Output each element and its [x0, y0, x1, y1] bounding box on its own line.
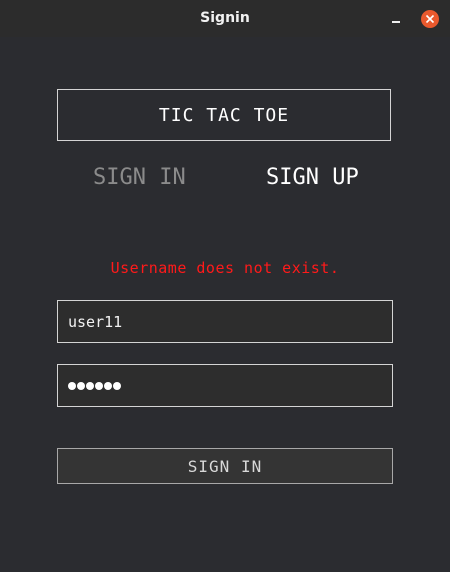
password-mask	[68, 377, 121, 395]
minimize-button[interactable]	[388, 10, 404, 26]
title-bar: Signin	[0, 0, 450, 37]
password-dot	[86, 382, 94, 390]
close-button[interactable]	[421, 10, 439, 28]
tab-sign-up[interactable]: SIGN UP	[266, 163, 359, 193]
close-icon	[425, 14, 435, 24]
window-title: Signin	[200, 10, 250, 26]
password-dot	[104, 382, 112, 390]
tab-sign-in[interactable]: SIGN IN	[93, 163, 186, 193]
password-dot	[95, 382, 103, 390]
app-title: TIC TAC TOE	[158, 104, 290, 126]
password-dot	[113, 382, 121, 390]
error-message: Username does not exist.	[110, 259, 340, 277]
signin-window: Signin TIC TAC TOE SIGN IN SIGN UP Usern…	[0, 0, 450, 572]
app-title-box: TIC TAC TOE	[57, 89, 391, 141]
sign-in-button[interactable]: SIGN IN	[57, 448, 393, 484]
password-dot	[77, 382, 85, 390]
password-dot	[68, 382, 76, 390]
username-field[interactable]	[57, 300, 393, 343]
